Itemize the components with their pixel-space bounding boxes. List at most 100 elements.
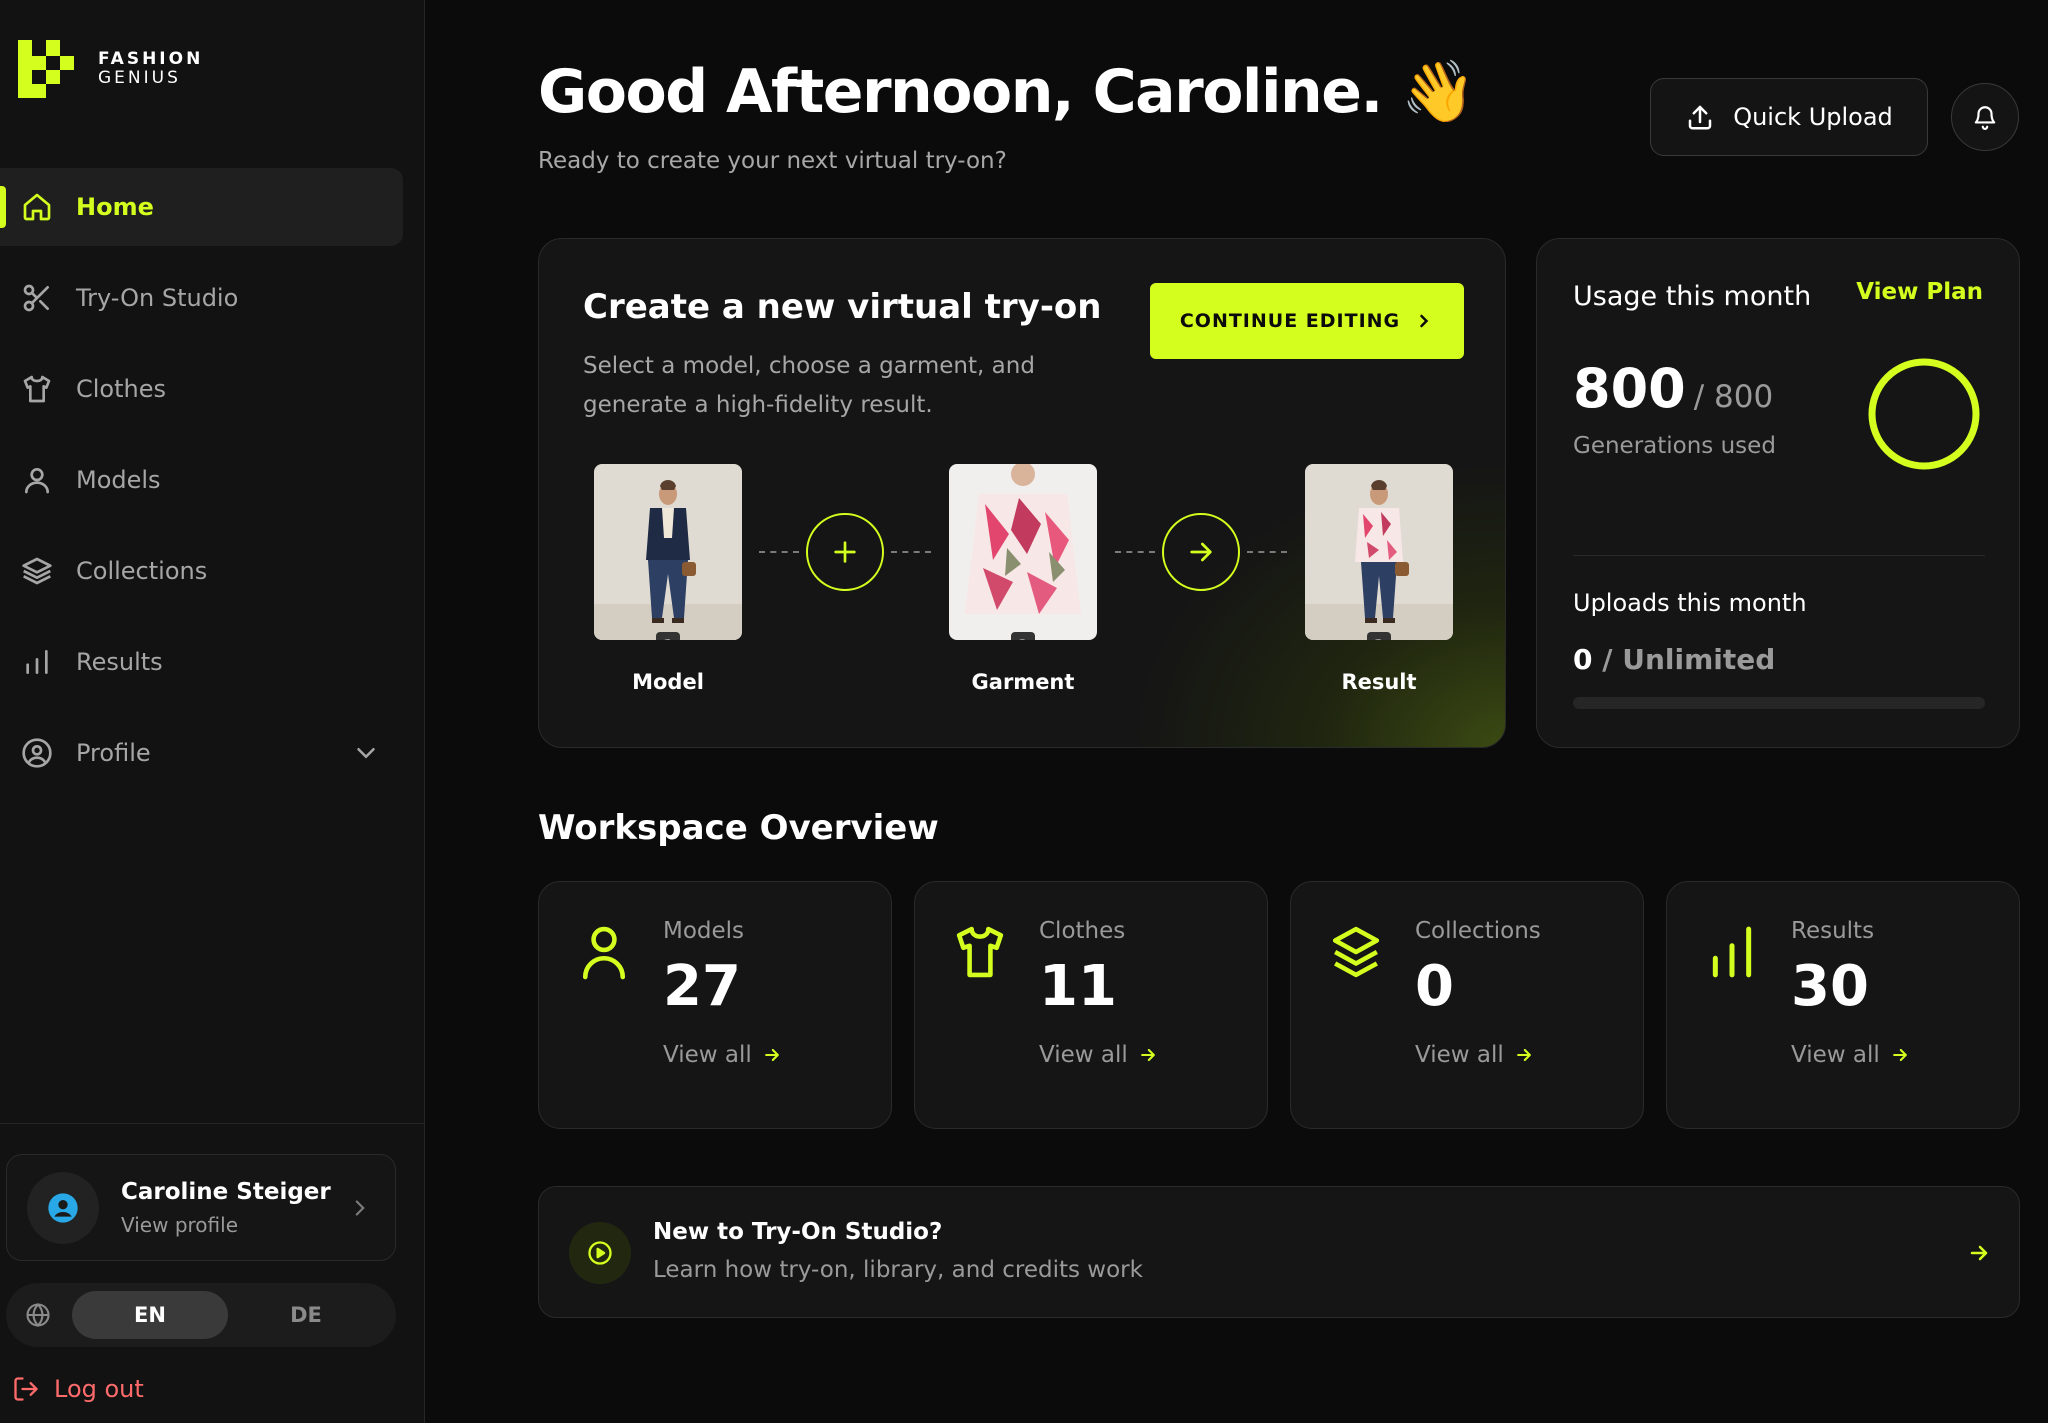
- workspace-overview-title: Workspace Overview: [538, 808, 939, 848]
- continue-editing-label: CONTINUE EDITING: [1179, 310, 1401, 332]
- page-subtitle: Ready to create your next virtual try-on…: [538, 148, 1007, 174]
- play-button[interactable]: [569, 1222, 631, 1284]
- step-number: 3: [1367, 632, 1391, 640]
- onboarding-banner[interactable]: New to Try-On Studio? Learn how try-on, …: [538, 1186, 2020, 1318]
- usage-title: Usage this month: [1573, 281, 1812, 312]
- brand-name: FASHION GENIUS: [98, 50, 203, 88]
- sidebar-item-collections[interactable]: Collections: [0, 532, 403, 610]
- home-icon: [20, 190, 54, 224]
- view-all-models-link[interactable]: View all: [663, 1042, 782, 1068]
- step-connector: [891, 551, 931, 553]
- sidebar-nav: Home Try-On Studio Clothes Models Collec…: [0, 168, 425, 805]
- banner-subtitle: Learn how try-on, library, and credits w…: [653, 1257, 1143, 1283]
- generate-result-button[interactable]: [1162, 513, 1240, 591]
- stat-card-clothes[interactable]: Clothes 11 View all: [914, 881, 1268, 1129]
- bar-chart-icon: [20, 645, 54, 679]
- view-all-clothes-link[interactable]: View all: [1039, 1042, 1158, 1068]
- chevron-down-icon[interactable]: [351, 738, 381, 768]
- language-en-button[interactable]: EN: [72, 1291, 228, 1339]
- view-all-results-link[interactable]: View all: [1791, 1042, 1910, 1068]
- bar-chart-icon: [1712, 926, 1752, 978]
- layers-icon: [1332, 926, 1380, 978]
- step-connector: [1115, 551, 1155, 553]
- step-connector: [759, 551, 799, 553]
- quick-upload-button[interactable]: Quick Upload: [1650, 78, 1928, 156]
- brand-line-2: GENIUS: [98, 68, 181, 88]
- avatar: [27, 1171, 99, 1244]
- sidebar-item-home[interactable]: Home: [0, 168, 403, 246]
- sidebar-item-label: Results: [76, 648, 163, 676]
- arrow-right-icon: [1190, 542, 1212, 562]
- stat-label: Clothes: [1039, 918, 1126, 944]
- logout-button[interactable]: Log out: [12, 1375, 144, 1403]
- profile-name: Caroline Steiger: [121, 1178, 331, 1205]
- fashion-genius-logo-icon: [18, 40, 74, 98]
- result-photo: [1305, 464, 1453, 640]
- view-plan-link[interactable]: View Plan: [1856, 279, 1983, 305]
- generations-used-value: 800/ 800: [1573, 357, 1773, 420]
- garment-photo: [949, 464, 1097, 640]
- hero-description: Select a model, choose a garment, and ge…: [583, 353, 1035, 418]
- model-thumbnail: 1: [594, 464, 742, 640]
- quick-upload-label: Quick Upload: [1733, 103, 1893, 131]
- user-icon: [20, 463, 54, 497]
- step-number: 2: [1011, 632, 1035, 640]
- sidebar-item-label: Profile: [76, 739, 151, 767]
- garment-thumbnail: 2: [949, 464, 1097, 640]
- arrow-right-icon: [1970, 1245, 1988, 1261]
- step-model[interactable]: 1 Model: [594, 464, 742, 694]
- scissors-icon: [20, 281, 54, 315]
- usage-progress-ring: [1868, 358, 1980, 470]
- bell-icon: [1974, 106, 1996, 130]
- logout-label: Log out: [54, 1375, 144, 1403]
- user-circle-icon: [20, 736, 54, 770]
- upload-icon: [1688, 105, 1712, 130]
- stat-card-models[interactable]: Models 27 View all: [538, 881, 892, 1129]
- sidebar: FASHION GENIUS Home Try-On Studio Clothe…: [0, 0, 425, 1423]
- logout-icon: [14, 1377, 38, 1401]
- stat-label: Models: [663, 918, 745, 944]
- brand-logo[interactable]: FASHION GENIUS: [18, 40, 203, 98]
- notifications-button[interactable]: [1951, 83, 2019, 151]
- play-circle-icon: [588, 1241, 612, 1265]
- step-number: 1: [656, 632, 680, 640]
- arrow-right-icon: [1516, 1048, 1531, 1062]
- sidebar-item-label: Models: [76, 466, 161, 494]
- step-label: Model: [632, 670, 704, 694]
- view-profile-link[interactable]: View profile: [121, 1213, 331, 1237]
- stat-value: 30: [1791, 954, 1869, 1019]
- step-garment[interactable]: 2 Garment: [949, 464, 1097, 694]
- chevron-right-icon: [355, 1200, 365, 1216]
- add-garment-button[interactable]: [806, 513, 884, 591]
- uploads-value: 0 / Unlimited: [1573, 643, 1775, 676]
- arrow-right-icon: [1140, 1048, 1155, 1062]
- sidebar-item-label: Home: [76, 193, 154, 221]
- chevron-right-icon: [1420, 314, 1429, 328]
- step-result[interactable]: 3 Result: [1305, 464, 1453, 694]
- plus-icon: [834, 541, 856, 563]
- view-all-label: View all: [1039, 1042, 1128, 1068]
- uploads-progress-bar: [1573, 697, 1985, 709]
- sidebar-item-models[interactable]: Models: [0, 441, 403, 519]
- view-all-label: View all: [1415, 1042, 1504, 1068]
- stat-label: Collections: [1415, 918, 1541, 944]
- stat-card-collections[interactable]: Collections 0 View all: [1290, 881, 1644, 1129]
- continue-editing-button[interactable]: CONTINUE EDITING: [1150, 283, 1464, 359]
- step-label: Garment: [971, 670, 1075, 694]
- sidebar-item-label: Try-On Studio: [76, 284, 239, 312]
- view-all-label: View all: [1791, 1042, 1880, 1068]
- model-photo: [594, 464, 742, 640]
- arrow-right-icon: [764, 1048, 779, 1062]
- sidebar-item-clothes[interactable]: Clothes: [0, 350, 403, 428]
- language-switch: EN DE: [6, 1283, 396, 1347]
- profile-card[interactable]: Caroline Steiger View profile: [6, 1154, 396, 1261]
- sidebar-item-try-on-studio[interactable]: Try-On Studio: [0, 259, 403, 337]
- result-thumbnail: 3: [1305, 464, 1453, 640]
- stat-card-results[interactable]: Results 30 View all: [1666, 881, 2020, 1129]
- shirt-icon: [956, 926, 1004, 978]
- view-all-collections-link[interactable]: View all: [1415, 1042, 1534, 1068]
- sidebar-item-results[interactable]: Results: [0, 623, 403, 701]
- language-de-button[interactable]: DE: [228, 1291, 384, 1339]
- stat-label: Results: [1791, 918, 1875, 944]
- sidebar-item-profile[interactable]: Profile: [0, 714, 403, 792]
